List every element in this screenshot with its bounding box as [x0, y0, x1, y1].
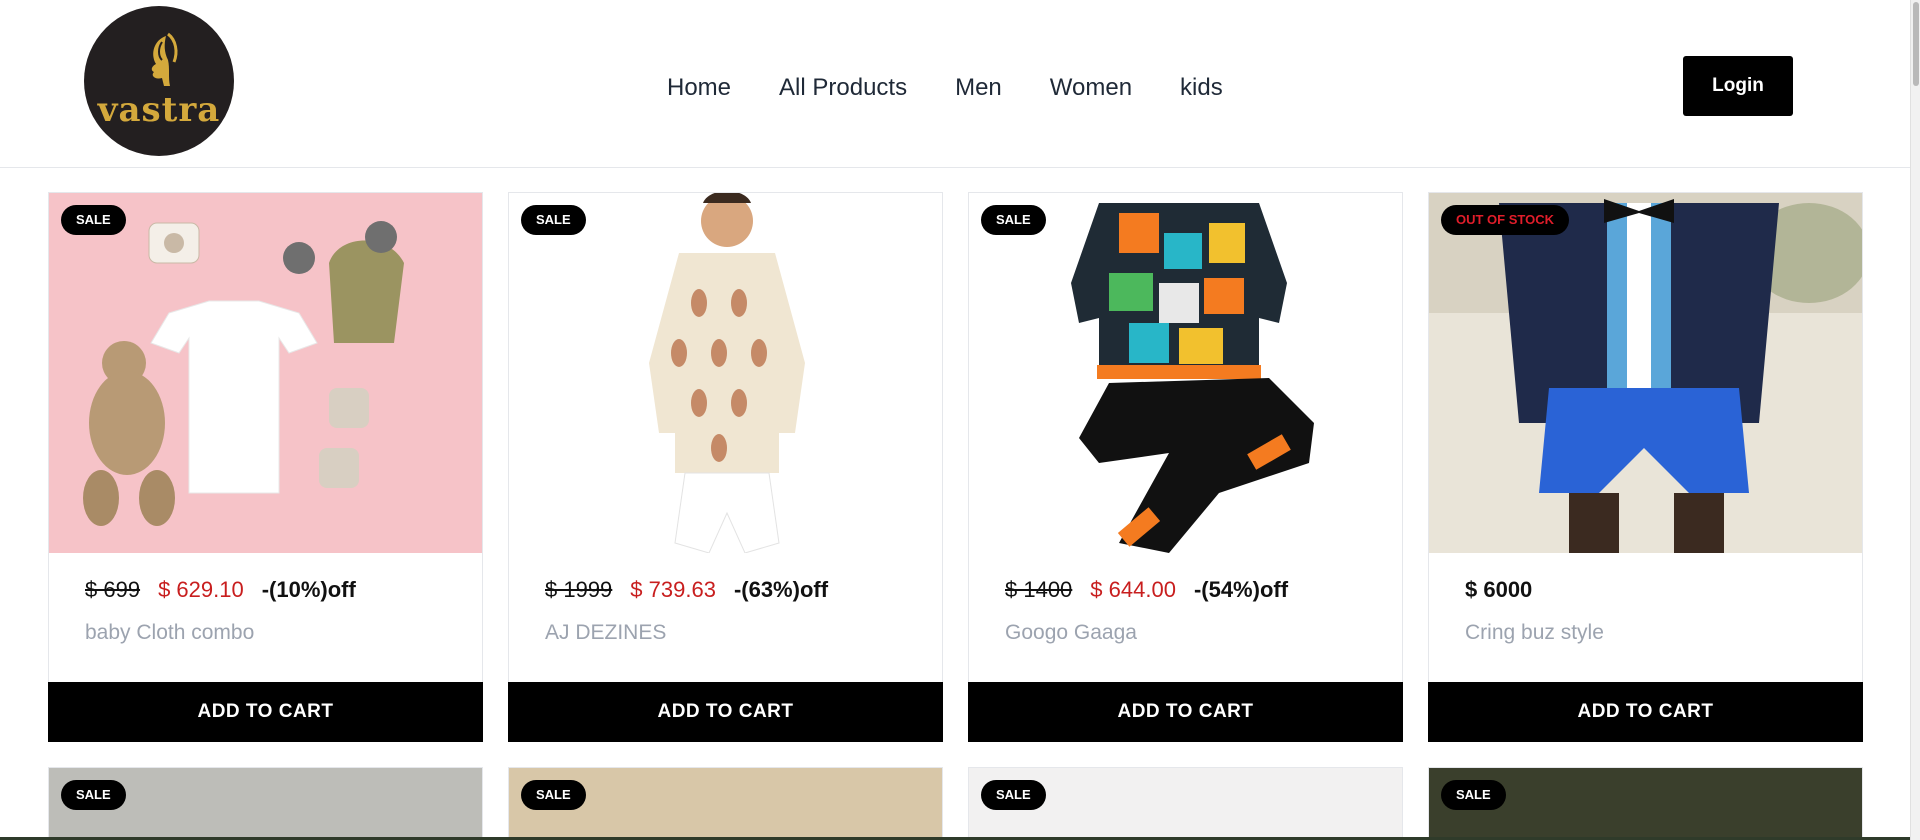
add-to-cart-button[interactable]: ADD TO CART	[508, 682, 943, 742]
nav-women[interactable]: Women	[1050, 74, 1132, 102]
product-image[interactable]: OUT OF STOCK	[1429, 193, 1862, 553]
original-price: $ 699	[85, 577, 141, 602]
kids-tracksuit-image	[969, 193, 1402, 553]
product-card[interactable]: SALE	[48, 767, 483, 840]
nav-men[interactable]: Men	[955, 74, 1002, 102]
logo-text: vastra	[97, 90, 221, 130]
brand-logo[interactable]: vastra	[84, 6, 234, 156]
discount-label: -(54%)off	[1193, 577, 1289, 602]
sale-price: $ 644.00	[1090, 577, 1176, 602]
baby-clothes-image	[49, 193, 482, 553]
sale-price: $ 739.63	[630, 577, 716, 602]
add-to-cart-button[interactable]: ADD TO CART	[968, 682, 1403, 742]
product-name[interactable]: AJ DEZINES	[545, 621, 666, 645]
product-card[interactable]: SALE $ 699 $ 629.10 -(10%)off baby Cloth…	[48, 192, 483, 742]
scrollbar-thumb[interactable]	[1913, 2, 1919, 86]
price: $ 6000	[1465, 577, 1533, 602]
boys-outfit-image	[1429, 193, 1862, 553]
price-row: $ 1400 $ 644.00 -(54%)off	[1005, 577, 1288, 603]
login-button[interactable]: Login	[1683, 56, 1793, 116]
product-image[interactable]: SALE	[1429, 768, 1862, 840]
sale-badge: SALE	[61, 780, 126, 810]
product-name[interactable]: baby Cloth combo	[85, 621, 254, 645]
product-card[interactable]: OUT OF STOCK $ 6000 Cring buz style ADD …	[1428, 192, 1863, 742]
product-image[interactable]: SALE	[969, 193, 1402, 553]
add-to-cart-button[interactable]: ADD TO CART	[1428, 682, 1863, 742]
page-scrollbar[interactable]	[1910, 0, 1920, 840]
product-grid: SALE $ 699 $ 629.10 -(10%)off baby Cloth…	[48, 192, 1864, 742]
price-row: $ 6000	[1465, 577, 1532, 603]
main-nav: Home All Products Men Women kids	[667, 74, 1223, 102]
discount-label: -(10%)off	[261, 577, 356, 602]
product-image[interactable]: SALE	[49, 193, 482, 553]
sale-badge: SALE	[981, 780, 1046, 810]
original-price: $ 1999	[545, 577, 613, 602]
product-name[interactable]: Googo Gaaga	[1005, 621, 1137, 645]
product-image[interactable]: SALE	[509, 768, 942, 840]
site-header: vastra Home All Products Men Women kids …	[0, 0, 1910, 168]
product-image[interactable]: SALE	[969, 768, 1402, 840]
product-card[interactable]: SALE	[508, 767, 943, 840]
discount-label: -(63%)off	[733, 577, 829, 602]
product-image[interactable]: SALE	[509, 193, 942, 553]
sale-badge: SALE	[521, 205, 586, 235]
price-row: $ 699 $ 629.10 -(10%)off	[85, 577, 356, 603]
sale-badge: SALE	[61, 205, 126, 235]
sale-badge: SALE	[521, 780, 586, 810]
nav-home[interactable]: Home	[667, 74, 731, 102]
nav-kids[interactable]: kids	[1180, 74, 1223, 102]
sale-badge: SALE	[1441, 780, 1506, 810]
sale-price: $ 629.10	[158, 577, 244, 602]
product-card[interactable]: SALE $ 1400 $ 644.00 -(54%)off Googo Gaa…	[968, 192, 1403, 742]
nav-all-products[interactable]: All Products	[779, 74, 907, 102]
product-card[interactable]: SALE $ 1999 $ 739.63 -(63%)off AJ DEZINE…	[508, 192, 943, 742]
product-name[interactable]: Cring buz style	[1465, 621, 1604, 645]
product-card[interactable]: SALE	[1428, 767, 1863, 840]
out-of-stock-badge: OUT OF STOCK	[1441, 205, 1569, 235]
product-card[interactable]: SALE	[968, 767, 1403, 840]
product-image[interactable]: SALE	[49, 768, 482, 840]
original-price: $ 1400	[1005, 577, 1073, 602]
kids-kurta-image	[509, 193, 942, 553]
price-row: $ 1999 $ 739.63 -(63%)off	[545, 577, 828, 603]
product-grid-row-2: SALE SALE SALE SALE	[48, 767, 1864, 840]
logo-face-icon	[151, 32, 178, 86]
sale-badge: SALE	[981, 205, 1046, 235]
add-to-cart-button[interactable]: ADD TO CART	[48, 682, 483, 742]
